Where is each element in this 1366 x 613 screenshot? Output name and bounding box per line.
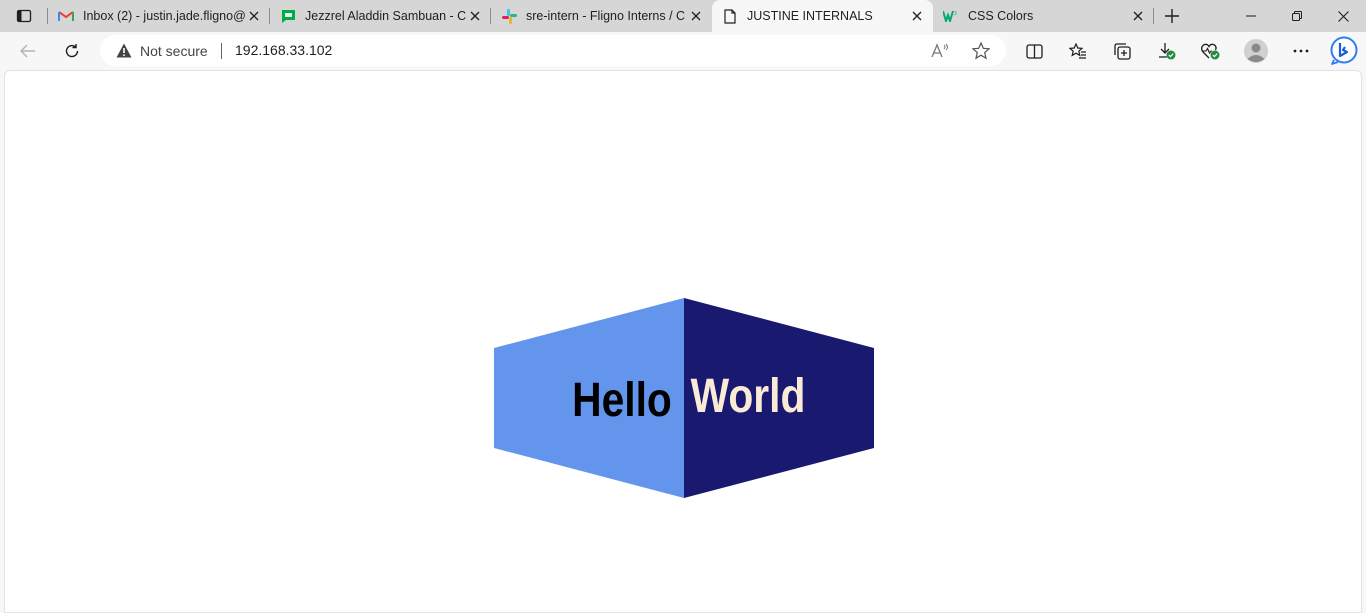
restore-button[interactable]: [1274, 0, 1320, 32]
security-label: Not secure: [140, 42, 208, 59]
plus-icon: [1165, 9, 1179, 23]
document-icon: [722, 8, 738, 24]
close-icon[interactable]: [1130, 8, 1146, 24]
downloads-button[interactable]: [1152, 36, 1182, 66]
more-dots-icon: [1293, 49, 1309, 53]
url-text[interactable]: 192.168.33.102: [235, 35, 332, 66]
browser-essentials-button[interactable]: [1195, 36, 1225, 66]
close-icon[interactable]: [688, 8, 704, 24]
split-screen-icon: [1025, 43, 1043, 59]
page-viewport: Hello World: [4, 70, 1362, 613]
browser-toolbar: Not secure 192.168.33.102: [0, 32, 1366, 70]
avatar-icon: [1244, 39, 1268, 63]
new-tab-button[interactable]: [1159, 4, 1185, 28]
settings-more-button[interactable]: [1286, 36, 1316, 66]
restore-icon: [1292, 11, 1302, 21]
hello-text: Hello: [572, 374, 672, 427]
tab-slack[interactable]: sre-intern - Fligno Interns / C: [491, 0, 712, 32]
tab-actions-icon: [16, 9, 32, 23]
tab-actions-button[interactable]: [8, 4, 40, 28]
close-icon[interactable]: [246, 8, 262, 24]
refresh-button[interactable]: [57, 36, 87, 66]
minimize-icon: [1246, 15, 1256, 17]
svg-text:3: 3: [954, 11, 957, 17]
download-icon: [1159, 43, 1176, 60]
tab-title: Inbox (2) - justin.jade.fligno@: [83, 9, 246, 23]
refresh-icon: [65, 44, 79, 58]
close-icon[interactable]: [909, 8, 925, 24]
tab-google-chat[interactable]: Jezzrel Aladdin Sambuan - Ch: [270, 0, 491, 32]
back-arrow-icon: [20, 44, 35, 58]
back-button[interactable]: [13, 36, 43, 66]
tab-title: JUSTINE INTERNALS: [747, 9, 873, 23]
world-text: World: [691, 370, 806, 423]
tab-strip: Inbox (2) - justin.jade.fligno@ Jezzrel …: [0, 0, 1366, 32]
profile-button[interactable]: [1241, 36, 1271, 66]
favorite-button[interactable]: [966, 36, 996, 66]
bing-copilot-button[interactable]: [1327, 34, 1361, 68]
read-aloud-icon: [931, 43, 948, 58]
warning-icon: [116, 43, 132, 58]
close-window-button[interactable]: [1320, 0, 1366, 32]
w3schools-icon: 3: [943, 8, 959, 24]
tab-title: sre-intern - Fligno Interns / C: [526, 9, 686, 23]
tab-title: Jezzrel Aladdin Sambuan - Ch: [305, 9, 467, 23]
minimize-button[interactable]: [1228, 0, 1274, 32]
gmail-icon: [58, 8, 74, 24]
heart-pulse-icon: [1200, 43, 1219, 59]
security-indicator[interactable]: Not secure: [116, 35, 208, 66]
close-icon[interactable]: [467, 8, 483, 24]
google-chat-icon: [280, 8, 296, 24]
collections-button[interactable]: [1107, 36, 1137, 66]
slack-icon: [501, 8, 517, 24]
tab-gmail[interactable]: Inbox (2) - justin.jade.fligno@: [48, 0, 270, 32]
favorites-button[interactable]: [1063, 36, 1093, 66]
tab-title: CSS Colors: [968, 9, 1034, 23]
close-icon: [1337, 10, 1349, 22]
bing-icon: [1330, 36, 1358, 65]
split-screen-button[interactable]: [1019, 36, 1049, 66]
hello-world-box: Hello World: [494, 298, 874, 498]
address-bar[interactable]: Not secure 192.168.33.102: [100, 35, 1006, 66]
star-icon: [972, 42, 990, 60]
tab-css-colors[interactable]: 3 CSS Colors: [933, 0, 1154, 32]
read-aloud-button[interactable]: [925, 36, 955, 66]
favorites-icon: [1069, 43, 1086, 59]
tab-justine-internals[interactable]: JUSTINE INTERNALS: [712, 0, 933, 32]
collections-icon: [1113, 42, 1131, 60]
